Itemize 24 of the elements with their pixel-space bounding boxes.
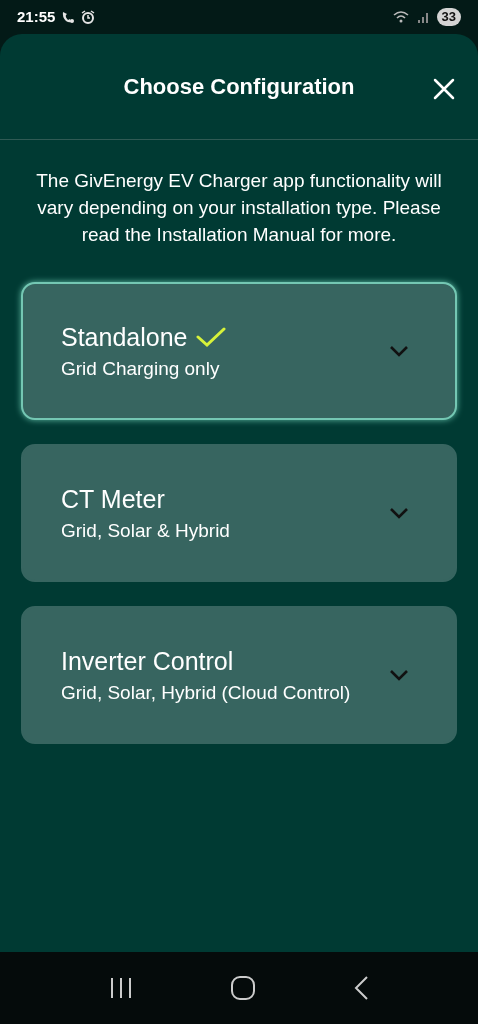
option-card[interactable]: Inverter Control Grid, Solar, Hybrid (Cloud Control) xyxy=(21,606,457,744)
signal-icon xyxy=(416,10,431,24)
option-title: Standalone xyxy=(61,321,188,353)
sheet-title: Choose Configuration xyxy=(123,73,355,101)
option-card[interactable]: CT Meter Grid, Solar & Hybrid xyxy=(21,444,457,582)
chevron-down-icon[interactable] xyxy=(389,669,409,681)
option-subtitle: Grid Charging only xyxy=(61,356,221,381)
wifi-icon xyxy=(392,10,411,24)
option-title: Inverter Control xyxy=(61,645,234,677)
option-subtitle: Grid, Solar & Hybrid xyxy=(61,518,231,543)
option-subtitle: Grid, Solar, Hybrid (Cloud Control) xyxy=(61,680,352,705)
close-button[interactable] xyxy=(432,77,456,101)
status-time: 21:55 xyxy=(17,6,56,27)
back-icon[interactable] xyxy=(353,975,370,1001)
battery-level: 33 xyxy=(436,8,461,26)
intro-text: The GivEnergy EV Charger app functionality will vary depending on your installation type. Please read the Installation Manual for more. xyxy=(35,169,443,247)
option-card[interactable]: Standalone Grid Charging only xyxy=(21,282,457,420)
alarm-clock-icon xyxy=(81,10,96,24)
chevron-down-icon[interactable] xyxy=(389,345,409,357)
recent-apps-icon[interactable] xyxy=(108,977,133,999)
check-icon xyxy=(195,325,226,348)
chevron-down-icon[interactable] xyxy=(389,507,409,519)
home-icon[interactable] xyxy=(230,975,256,1001)
option-title: CT Meter xyxy=(61,483,165,515)
